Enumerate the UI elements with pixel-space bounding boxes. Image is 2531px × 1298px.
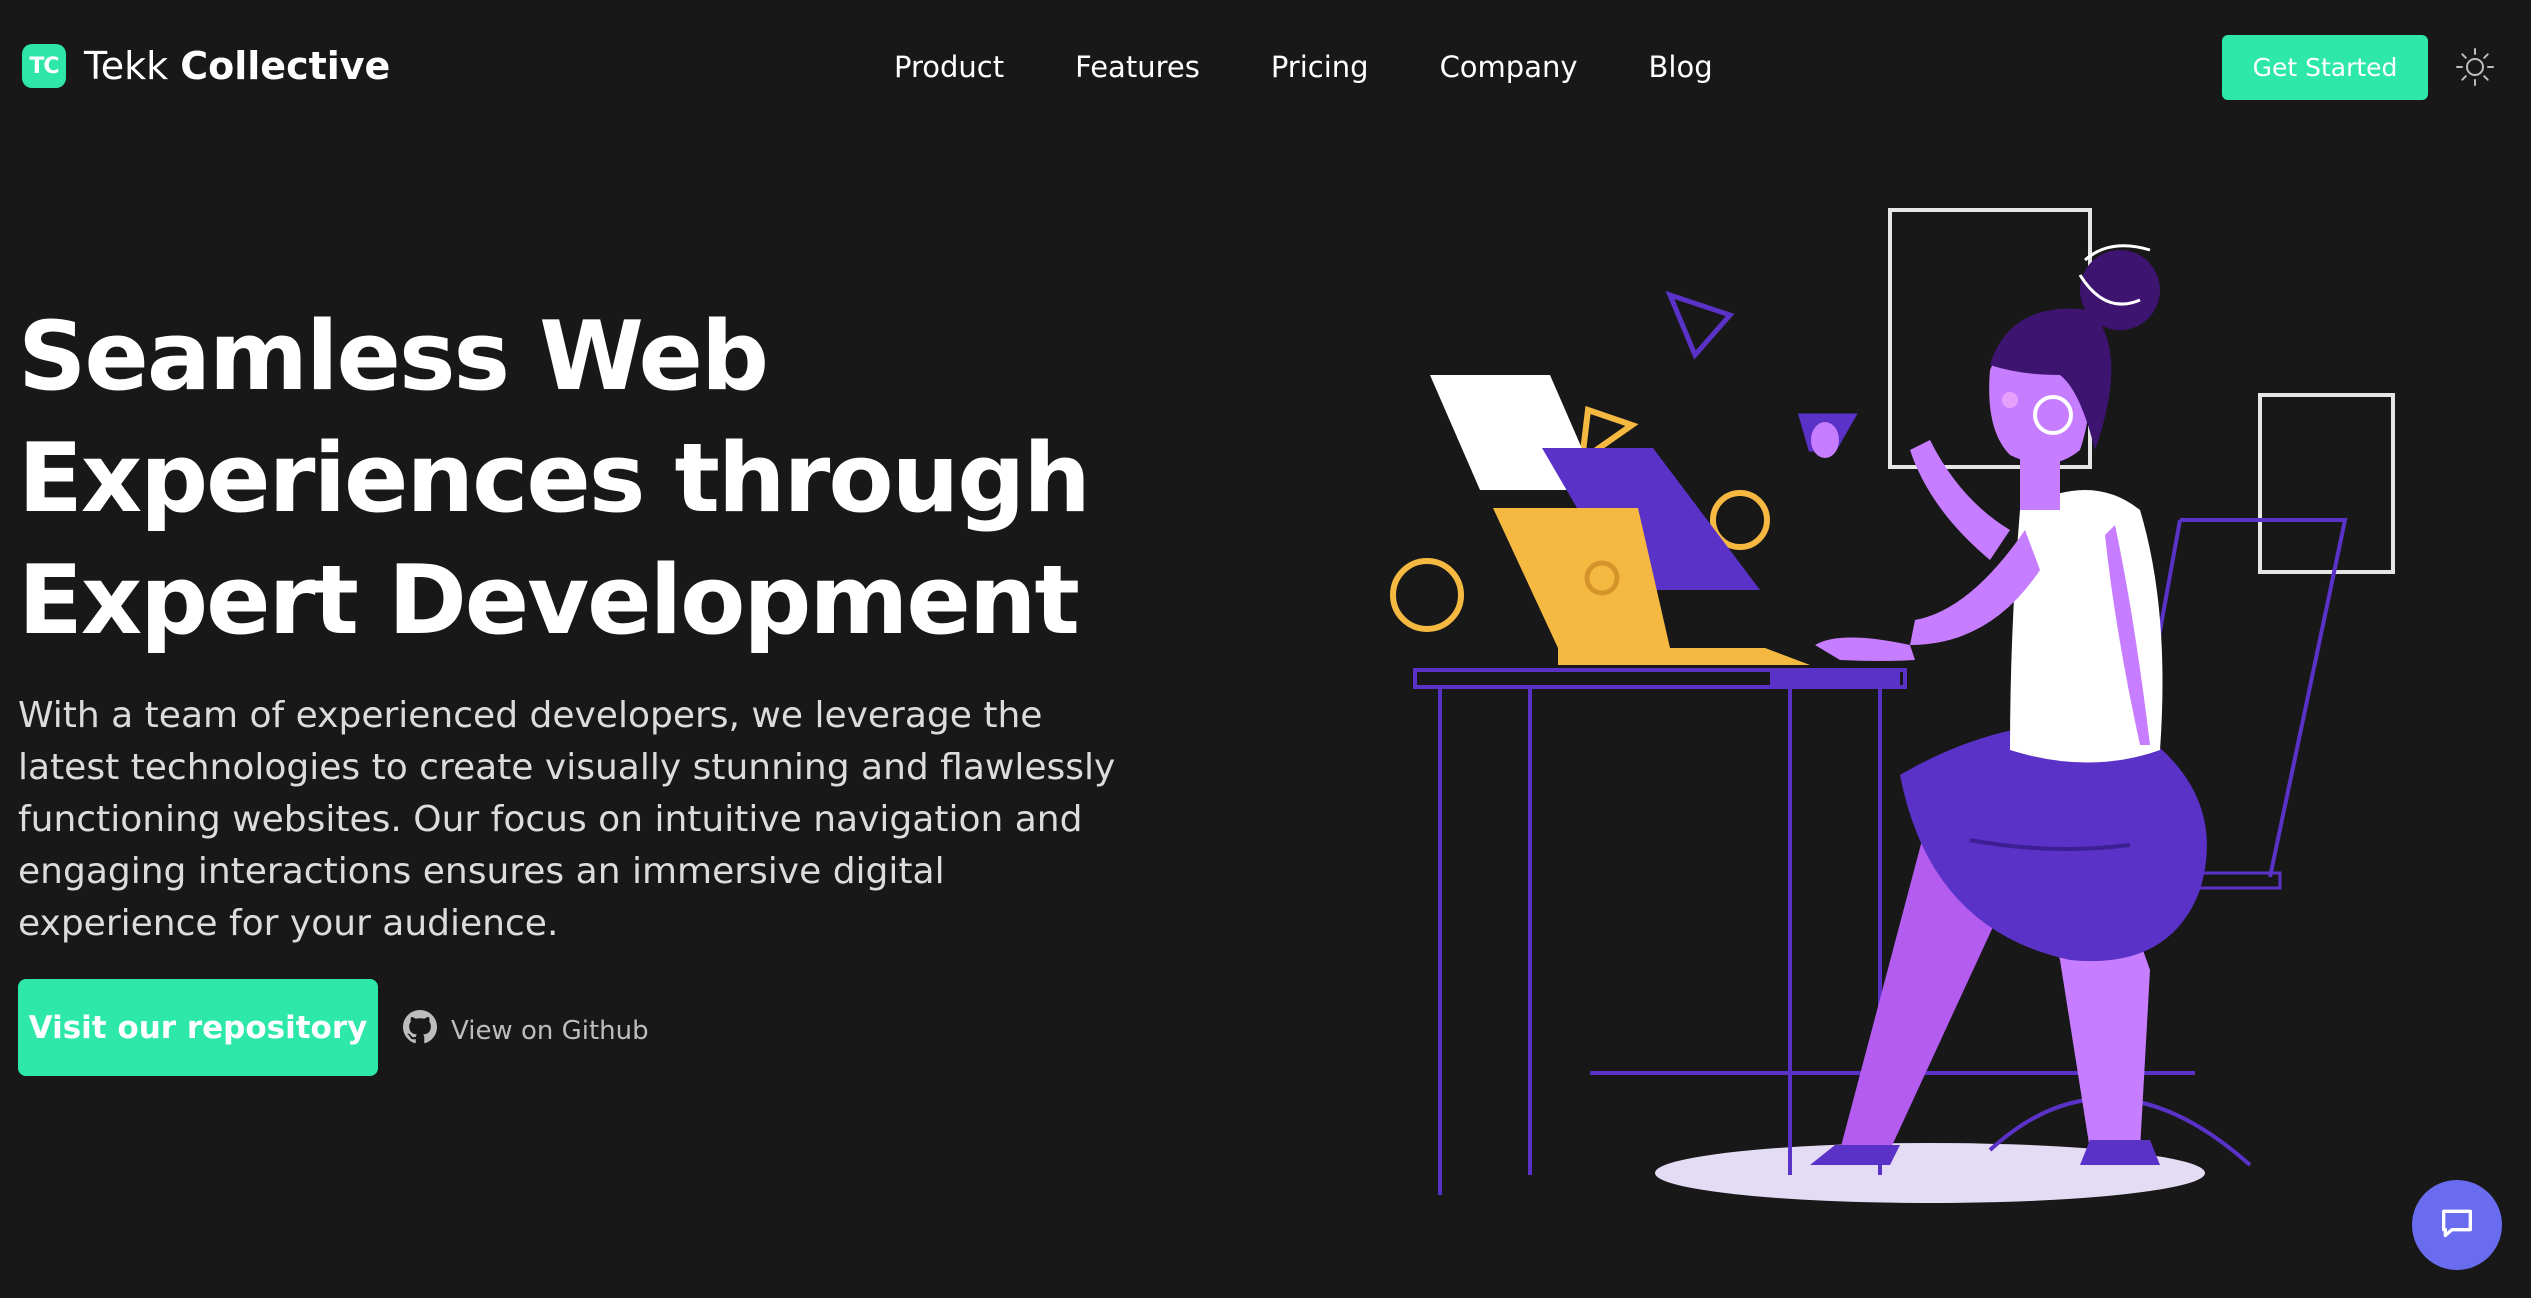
brand-logo[interactable]: TC Tekk Collective (22, 44, 390, 88)
brand-name-bold: Collective (180, 44, 391, 88)
brand-name: Tekk Collective (84, 44, 390, 88)
github-icon (403, 1010, 437, 1051)
visit-repository-button[interactable]: Visit our repository (18, 979, 378, 1076)
nav-blog[interactable]: Blog (1649, 50, 1713, 84)
view-on-github-link[interactable]: View on Github (403, 1010, 649, 1051)
logo-icon: TC (22, 44, 66, 88)
hero-description: With a team of experienced developers, w… (18, 695, 1116, 944)
hero-title-line-1: Seamless Web (18, 302, 769, 412)
get-started-button[interactable]: Get Started (2222, 35, 2428, 100)
site-header: TC Tekk Collective Product Features Pric… (0, 0, 2531, 138)
nav-company[interactable]: Company (1440, 50, 1578, 84)
nav-product[interactable]: Product (894, 50, 1004, 84)
hero-title-line-3: Expert Development (18, 546, 1080, 656)
hero-title-line-2: Experiences through (18, 424, 1091, 534)
woman-at-laptop-illustration (1370, 190, 2420, 1250)
brand-name-light: Tekk (84, 44, 169, 88)
chat-button[interactable] (2412, 1180, 2502, 1270)
main-nav: Product Features Pricing Company Blog (894, 50, 1713, 84)
chat-icon (2437, 1203, 2477, 1247)
github-link-label: View on Github (451, 1015, 649, 1046)
hero-title: Seamless Web Experiences through Expert … (18, 296, 1118, 662)
sun-icon[interactable] (2455, 47, 2495, 87)
nav-features[interactable]: Features (1075, 50, 1200, 84)
nav-pricing[interactable]: Pricing (1271, 50, 1369, 84)
